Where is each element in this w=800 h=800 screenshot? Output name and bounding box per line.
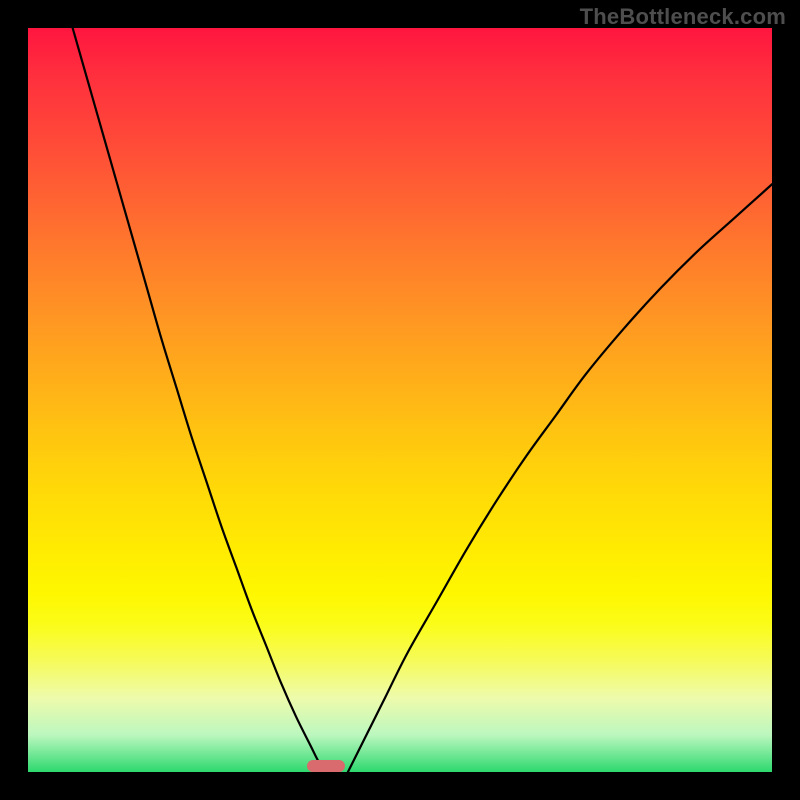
plot-area xyxy=(28,28,772,772)
optimal-marker xyxy=(307,760,345,772)
bottleneck-curve xyxy=(28,28,772,772)
watermark-text: TheBottleneck.com xyxy=(580,4,786,30)
chart-frame: TheBottleneck.com xyxy=(0,0,800,800)
